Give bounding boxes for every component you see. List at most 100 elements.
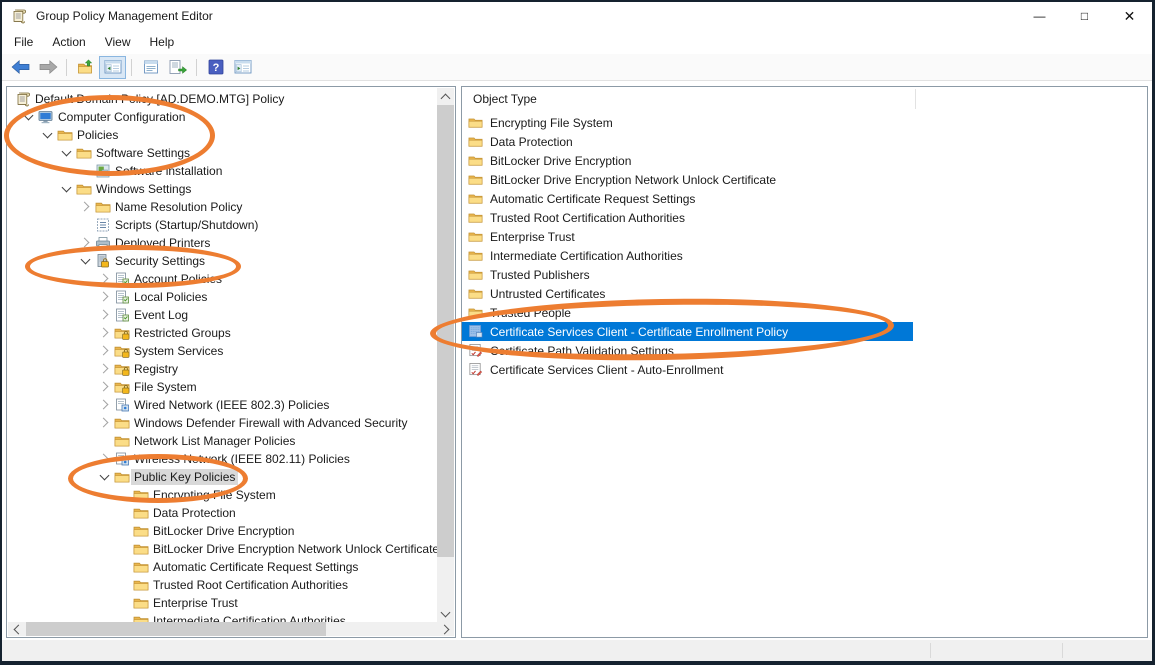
chevron-right-icon[interactable] bbox=[79, 200, 93, 214]
status-bar bbox=[2, 640, 1152, 661]
list-item[interactable]: BitLocker Drive Encryption bbox=[462, 151, 1147, 170]
list-item[interactable]: Intermediate Certification Authorities bbox=[462, 246, 1147, 265]
tree-item[interactable]: System Services bbox=[7, 342, 438, 360]
scroll-left-arrow-icon[interactable] bbox=[8, 622, 25, 636]
tree-item[interactable]: Name Resolution Policy bbox=[7, 198, 438, 216]
scroll-right-arrow-icon[interactable] bbox=[437, 622, 454, 636]
chevron-right-icon[interactable] bbox=[79, 236, 93, 250]
list-item[interactable]: Data Protection bbox=[462, 132, 1147, 151]
folder-icon bbox=[133, 523, 149, 539]
tree-item[interactable]: Default Domain Policy [AD.DEMO.MTG] Poli… bbox=[7, 90, 438, 108]
back-button[interactable] bbox=[7, 56, 34, 79]
tree-item[interactable]: Account Policies bbox=[7, 270, 438, 288]
list-item[interactable]: Untrusted Certificates bbox=[462, 284, 1147, 303]
tree-item[interactable]: Encrypting File System bbox=[7, 486, 438, 504]
tree-item[interactable]: BitLocker Drive Encryption bbox=[7, 522, 438, 540]
tree-item-label: Local Policies bbox=[131, 289, 210, 305]
tree-item[interactable]: Event Log bbox=[7, 306, 438, 324]
forward-button[interactable] bbox=[34, 56, 61, 79]
chevron-down-icon[interactable] bbox=[60, 146, 74, 160]
tree-item[interactable]: Computer Configuration bbox=[7, 108, 438, 126]
tree-item[interactable]: Wired Network (IEEE 802.3) Policies bbox=[7, 396, 438, 414]
tree-item[interactable]: Intermediate Certification Authorities bbox=[7, 612, 438, 622]
tree-item[interactable]: Wireless Network (IEEE 802.11) Policies bbox=[7, 450, 438, 468]
column-divider[interactable] bbox=[915, 89, 916, 109]
chevron-right-icon[interactable] bbox=[98, 290, 112, 304]
folder-icon bbox=[95, 199, 111, 215]
tree-item[interactable]: Software installation bbox=[7, 162, 438, 180]
chevron-down-icon[interactable] bbox=[98, 470, 112, 484]
list-item[interactable]: Trusted Publishers bbox=[462, 265, 1147, 284]
chevron-right-icon[interactable] bbox=[98, 380, 112, 394]
scroll-up-arrow-icon[interactable] bbox=[437, 88, 454, 105]
chevron-right-icon[interactable] bbox=[98, 362, 112, 376]
close-button[interactable]: ✕ bbox=[1107, 2, 1152, 30]
dotted-blue-icon bbox=[468, 324, 483, 339]
list-item[interactable]: Enterprise Trust bbox=[462, 227, 1147, 246]
tree-item[interactable]: Scripts (Startup/Shutdown) bbox=[7, 216, 438, 234]
tree-item[interactable]: Windows Settings bbox=[7, 180, 438, 198]
vertical-scroll-thumb[interactable] bbox=[437, 105, 454, 557]
list-item-label: Trusted Root Certification Authorities bbox=[487, 210, 688, 226]
list-item[interactable]: BitLocker Drive Encryption Network Unloc… bbox=[462, 170, 1147, 189]
chevron-right-icon[interactable] bbox=[98, 398, 112, 412]
tree-item[interactable]: Windows Defender Firewall with Advanced … bbox=[7, 414, 438, 432]
tree-item-label: Intermediate Certification Authorities bbox=[150, 613, 349, 622]
menu-help[interactable]: Help bbox=[141, 31, 184, 53]
tree-item[interactable]: Security Settings bbox=[7, 252, 438, 270]
horizontal-scroll-thumb[interactable] bbox=[26, 622, 326, 636]
list-item[interactable]: Encrypting File System bbox=[462, 113, 1147, 132]
column-header-object-type[interactable]: Object Type bbox=[462, 87, 537, 111]
tree-item[interactable]: Restricted Groups bbox=[7, 324, 438, 342]
tree-item[interactable]: Policies bbox=[7, 126, 438, 144]
list-item-label: Certificate Services Client - Auto-Enrol… bbox=[487, 362, 726, 378]
tree-item[interactable]: File System bbox=[7, 378, 438, 396]
chevron-right-icon[interactable] bbox=[98, 416, 112, 430]
maximize-button[interactable]: □ bbox=[1062, 2, 1107, 30]
list-item[interactable]: Trusted Root Certification Authorities bbox=[462, 208, 1147, 227]
tree-item[interactable]: BitLocker Drive Encryption Network Unloc… bbox=[7, 540, 438, 558]
show-console-tree-button[interactable] bbox=[99, 56, 126, 79]
properties-button[interactable] bbox=[137, 56, 164, 79]
list-item[interactable]: Certificate Services Client - Auto-Enrol… bbox=[462, 360, 1147, 379]
tree-item-label: Default Domain Policy [AD.DEMO.MTG] Poli… bbox=[32, 91, 287, 107]
horizontal-scrollbar[interactable] bbox=[8, 622, 454, 636]
tree-item[interactable]: Local Policies bbox=[7, 288, 438, 306]
vertical-scrollbar[interactable] bbox=[437, 88, 454, 622]
up-one-level-button[interactable] bbox=[72, 56, 99, 79]
chevron-right-icon[interactable] bbox=[98, 452, 112, 466]
chevron-down-icon[interactable] bbox=[22, 110, 36, 124]
tree-item[interactable]: Automatic Certificate Request Settings bbox=[7, 558, 438, 576]
menu-file[interactable]: File bbox=[5, 31, 42, 53]
folder-icon bbox=[133, 595, 149, 611]
menu-view[interactable]: View bbox=[96, 31, 140, 53]
list-item[interactable]: Trusted People bbox=[462, 303, 1147, 322]
chevron-right-icon[interactable] bbox=[98, 344, 112, 358]
chevron-down-icon[interactable] bbox=[79, 254, 93, 268]
tree-item[interactable]: Deployed Printers bbox=[7, 234, 438, 252]
tree-item[interactable]: Data Protection bbox=[7, 504, 438, 522]
chevron-down-icon[interactable] bbox=[60, 182, 74, 196]
tree-item[interactable]: Enterprise Trust bbox=[7, 594, 438, 612]
scroll-down-arrow-icon[interactable] bbox=[437, 605, 454, 622]
help-icon: ? bbox=[208, 59, 224, 75]
minimize-button[interactable]: — bbox=[1017, 2, 1062, 30]
tree-item-selected[interactable]: Public Key Policies bbox=[7, 468, 438, 486]
menu-action[interactable]: Action bbox=[43, 31, 94, 53]
help-button[interactable]: ? bbox=[202, 56, 229, 79]
tree-item[interactable]: Trusted Root Certification Authorities bbox=[7, 576, 438, 594]
chevron-right-icon[interactable] bbox=[98, 272, 112, 286]
list-item[interactable]: Automatic Certificate Request Settings bbox=[462, 189, 1147, 208]
chevron-down-icon[interactable] bbox=[41, 128, 55, 142]
chevron-right-icon[interactable] bbox=[98, 326, 112, 340]
tree-item[interactable]: Network List Manager Policies bbox=[7, 432, 438, 450]
chevron-right-icon[interactable] bbox=[98, 308, 112, 322]
tree-item-label: Windows Defender Firewall with Advanced … bbox=[131, 415, 410, 431]
list-item[interactable]: Certificate Path Validation Settings bbox=[462, 341, 1147, 360]
list-item-selected[interactable]: Certificate Services Client - Certificat… bbox=[462, 322, 913, 341]
tree-item[interactable]: Registry bbox=[7, 360, 438, 378]
export-list-button[interactable] bbox=[164, 56, 191, 79]
status-bar-separator bbox=[1062, 643, 1063, 658]
tree-item[interactable]: Software Settings bbox=[7, 144, 438, 162]
new-window-button[interactable] bbox=[229, 56, 256, 79]
